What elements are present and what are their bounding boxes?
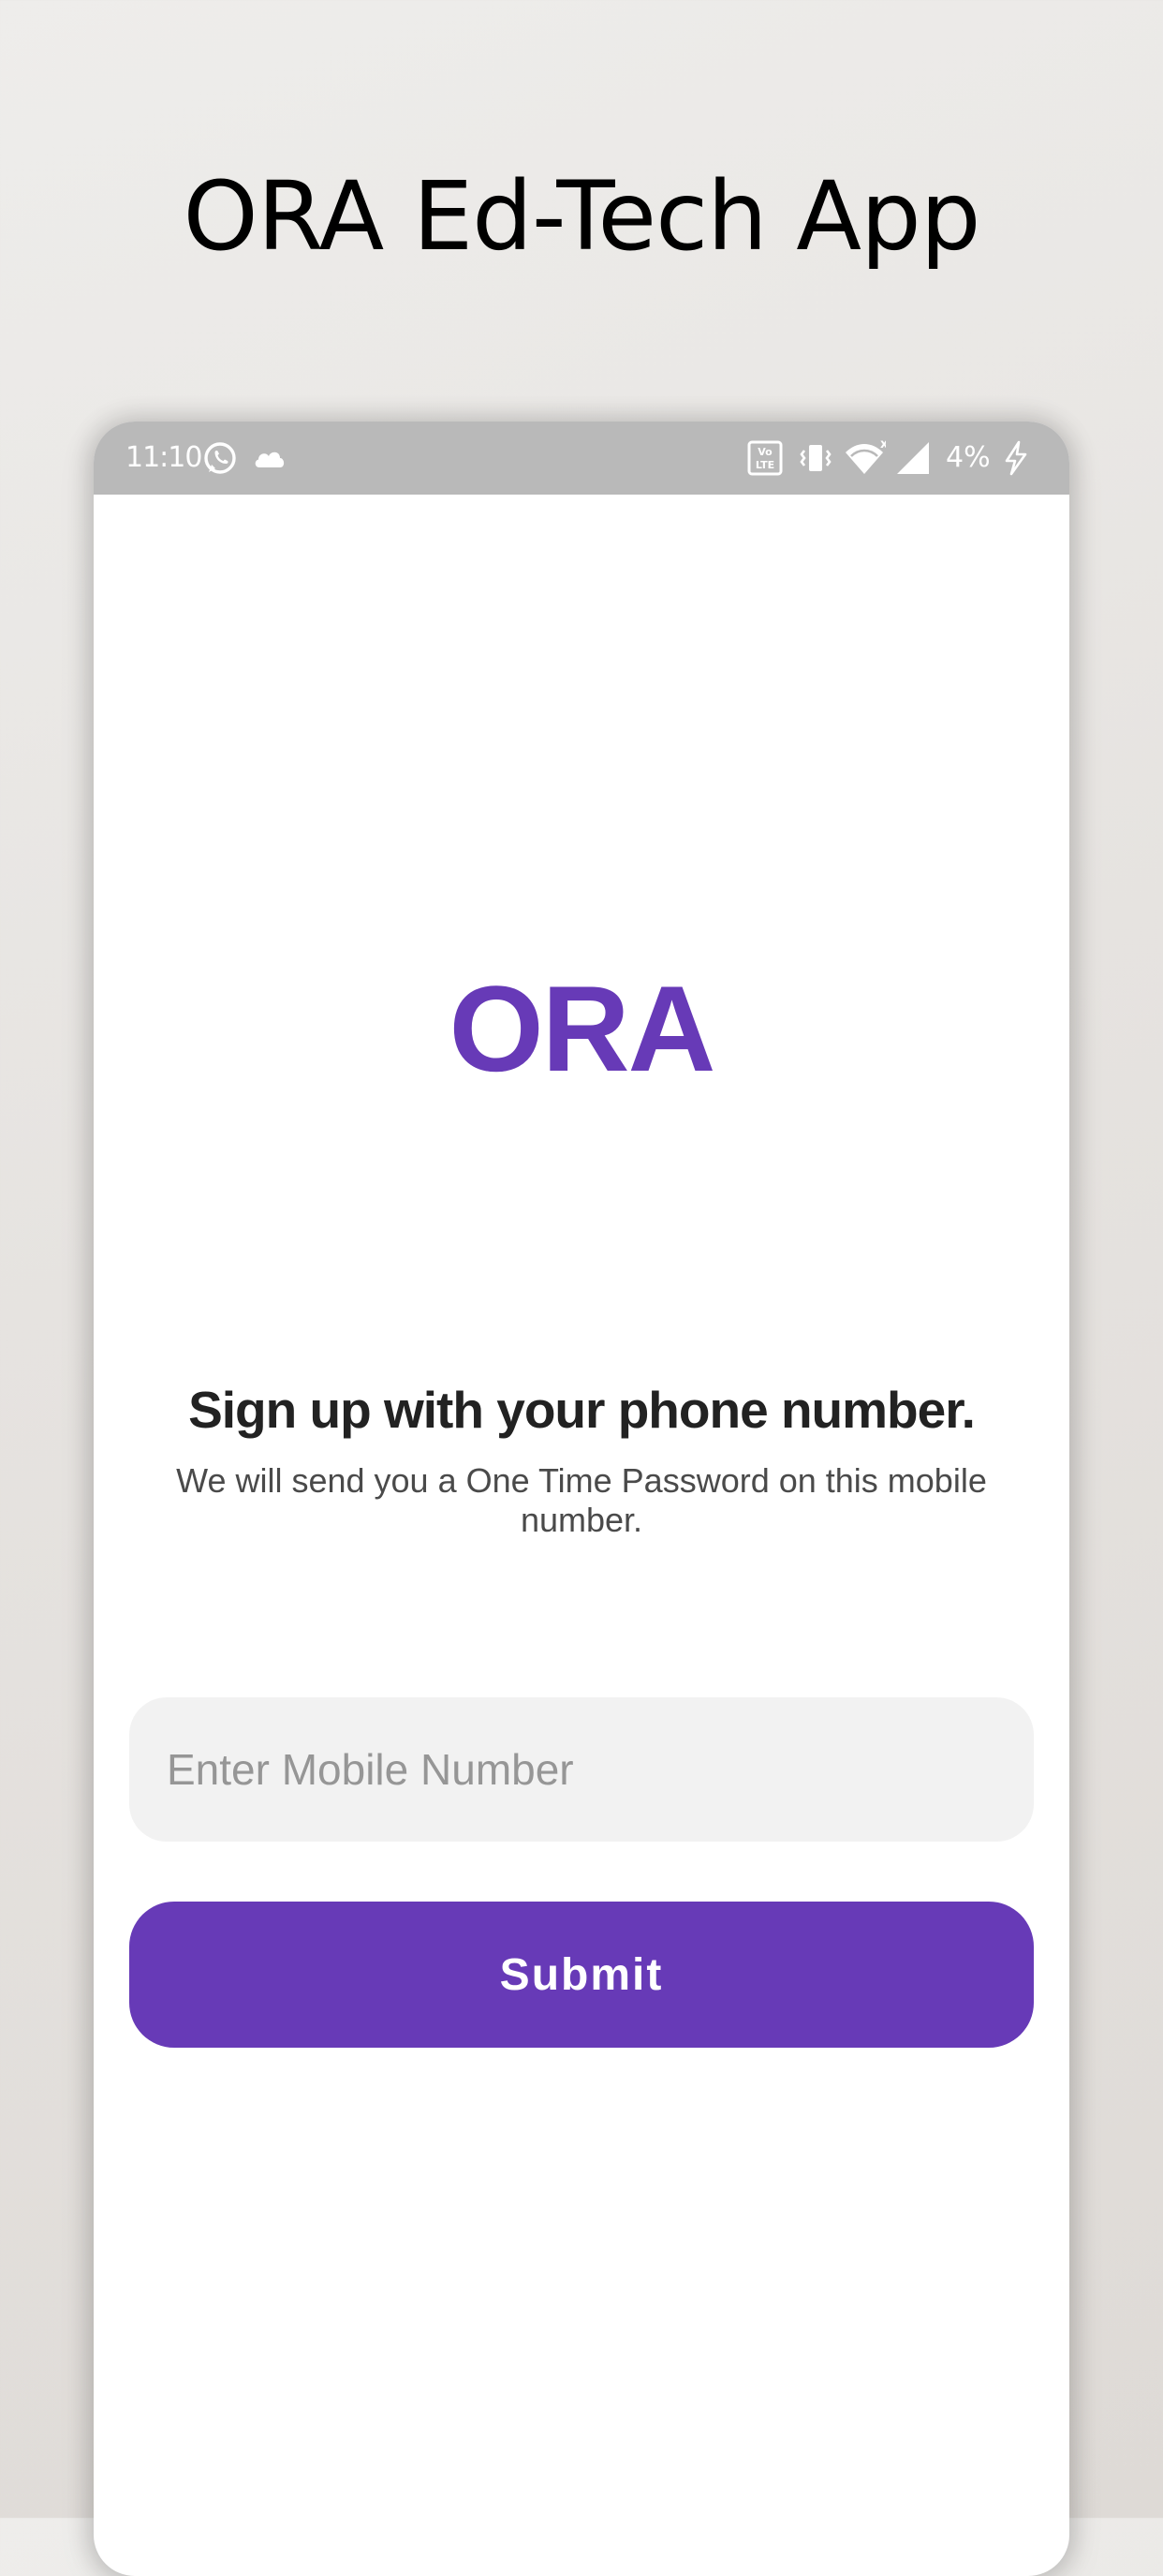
page-heading: ORA Ed-Tech App bbox=[183, 161, 980, 273]
battery-percent: 4% bbox=[946, 441, 991, 474]
status-time: 11:10 bbox=[125, 441, 202, 474]
mobile-number-input[interactable] bbox=[129, 1697, 1034, 1842]
whatsapp-icon bbox=[204, 442, 236, 474]
svg-text:x: x bbox=[880, 437, 886, 452]
svg-text:LTE: LTE bbox=[756, 459, 774, 471]
submit-button[interactable]: Submit bbox=[129, 1902, 1034, 2048]
vibrate-icon bbox=[800, 445, 832, 471]
svg-text:Vo: Vo bbox=[758, 446, 773, 458]
cloud-icon bbox=[255, 452, 285, 467]
signal-icon bbox=[897, 442, 929, 474]
charging-icon bbox=[1005, 440, 1027, 476]
volte-icon: Vo LTE bbox=[747, 440, 783, 476]
app-logo: ORA bbox=[449, 960, 716, 1097]
wifi-icon: x bbox=[846, 437, 886, 474]
phone-screen: 11:10 Vo LTE x 4% ORA Sign up with your … bbox=[94, 422, 1069, 2576]
signup-subtitle: We will send you a One Time Password on … bbox=[176, 1461, 987, 1539]
status-bar: 11:10 Vo LTE x 4% bbox=[94, 422, 1069, 495]
signup-title: Sign up with your phone number. bbox=[188, 1381, 976, 1439]
